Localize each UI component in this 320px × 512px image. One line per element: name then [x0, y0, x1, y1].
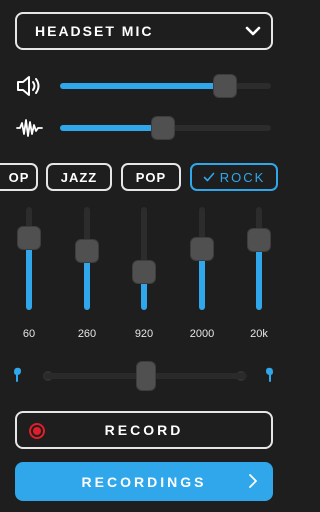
eq-band-thumb[interactable]	[190, 237, 214, 262]
recordings-button[interactable]: RECORDINGS	[15, 462, 273, 501]
eq-band-slider-920[interactable]	[132, 207, 156, 310]
eq-band-slider-60[interactable]	[17, 207, 41, 310]
volume-slider[interactable]	[60, 74, 271, 98]
eq-band-thumb[interactable]	[132, 259, 156, 284]
preset-chip-jazz[interactable]: JAZZ	[46, 163, 112, 191]
volume-slider-thumb[interactable]	[212, 74, 237, 98]
preset-chip-pop[interactable]: POP	[121, 163, 181, 191]
preset-label: ROCK	[219, 169, 266, 185]
record-button[interactable]: RECORD	[15, 411, 273, 449]
waveform-icon	[16, 119, 43, 137]
gain-slider[interactable]	[60, 116, 271, 140]
gain-slider-fill	[60, 125, 164, 131]
preset-label: POP	[135, 169, 167, 185]
check-icon	[203, 172, 215, 182]
preset-label: OP	[8, 169, 30, 185]
eq-band-slider-260[interactable]	[75, 207, 99, 310]
chevron-down-icon	[245, 26, 261, 36]
record-button-label: RECORD	[104, 422, 184, 438]
volume-slider-fill	[60, 83, 225, 89]
balance-slider[interactable]	[44, 361, 247, 391]
eq-band-label: 20k	[250, 328, 268, 340]
eq-band-slider-20k[interactable]	[247, 207, 271, 310]
input-source-label: HEADSET MIC	[35, 23, 154, 39]
input-source-select[interactable]: HEADSET MIC	[15, 12, 273, 50]
right-earbud-icon	[266, 367, 273, 382]
eq-band-slider-2000[interactable]	[190, 207, 214, 310]
chevron-right-icon	[249, 474, 257, 488]
eq-band-label: 2000	[189, 328, 215, 340]
record-icon	[29, 423, 45, 439]
recordings-button-label: RECORDINGS	[81, 473, 207, 490]
gain-slider-thumb[interactable]	[151, 116, 176, 140]
left-earbud-icon	[14, 367, 21, 382]
balance-slider-thumb[interactable]	[135, 361, 156, 391]
eq-band-label: 920	[134, 328, 154, 340]
eq-band-thumb[interactable]	[75, 239, 99, 264]
preset-label: JAZZ	[60, 169, 98, 185]
eq-band-thumb[interactable]	[17, 225, 41, 250]
eq-band-label: 260	[77, 328, 97, 340]
eq-band-thumb[interactable]	[247, 227, 271, 252]
preset-chip-rock[interactable]: ROCK	[190, 163, 278, 191]
preset-chip-op[interactable]: OP	[0, 163, 38, 191]
eq-band-label: 60	[22, 328, 36, 340]
speaker-icon	[17, 76, 40, 96]
